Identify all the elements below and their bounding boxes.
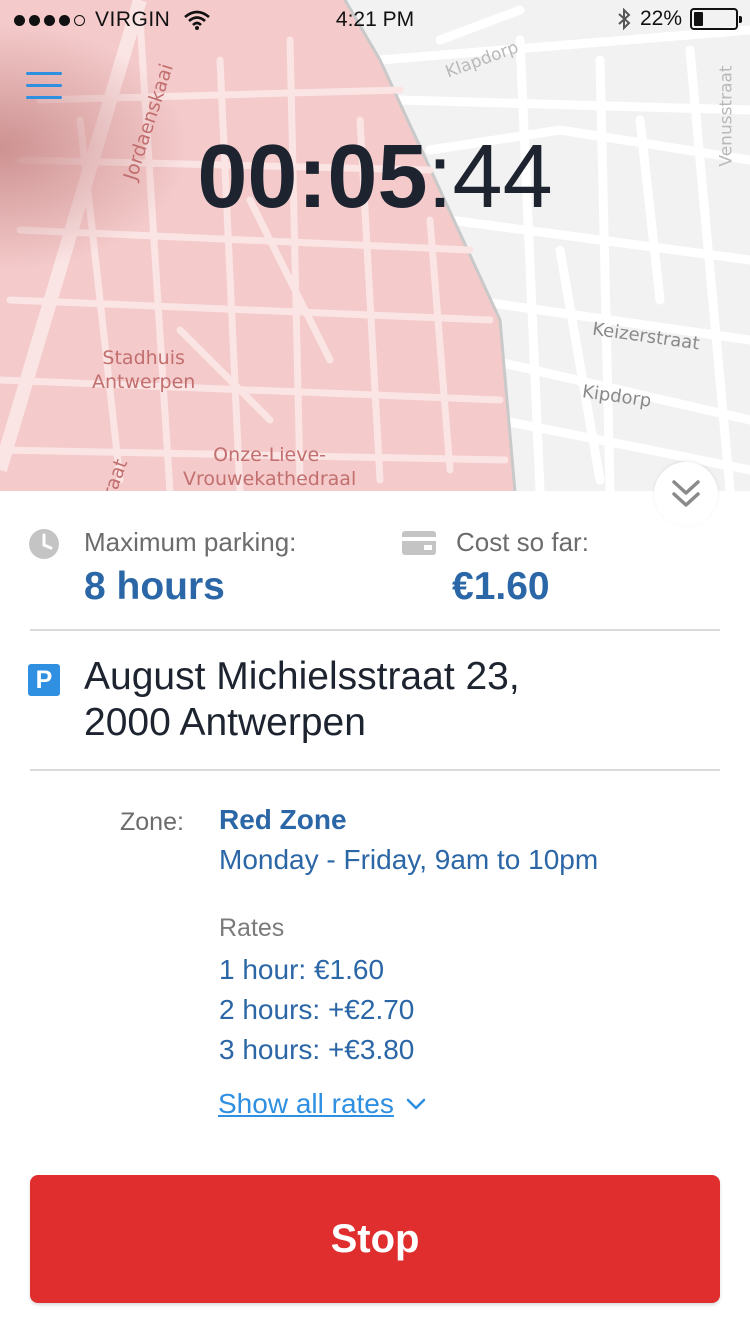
divider — [30, 629, 720, 631]
map-label-stadhuis: Stadhuis Antwerpen — [92, 347, 196, 393]
show-all-rates-link[interactable]: Show all rates — [218, 1088, 426, 1120]
status-right: 22% — [616, 7, 742, 31]
wallet-icon — [402, 531, 436, 555]
parking-zone-map[interactable]: Stadhuis Antwerpen Onze-Lieve- Vrouwekat… — [0, 0, 750, 492]
battery-icon — [690, 8, 742, 30]
map-label-kathedraal: Onze-Lieve- Vrouwekathedraal — [183, 444, 357, 490]
stop-parking-button[interactable]: Stop — [30, 1175, 720, 1303]
menu-bar — [26, 84, 62, 87]
rate-line: 1 hour: €1.60 — [219, 954, 385, 985]
rates-label: Rates — [219, 914, 285, 942]
max-parking-value: 8 hours — [84, 565, 225, 608]
menu-bar — [26, 72, 62, 75]
zone-name: Red Zone — [219, 804, 347, 835]
parking-timer: 00:05:44 — [0, 122, 750, 232]
clock-icon — [29, 529, 59, 559]
zone-label: Zone: — [120, 808, 184, 836]
chevron-down-icon — [406, 1098, 426, 1110]
address-line-2: 2000 Antwerpen — [84, 701, 366, 744]
zone-hours: Monday - Friday, 9am to 10pm — [219, 844, 599, 875]
show-all-rates-label: Show all rates — [218, 1088, 394, 1119]
rate-line: 2 hours: +€2.70 — [219, 994, 415, 1025]
status-bar: VIRGIN 4:21 PM 22% — [0, 0, 750, 40]
cost-value: €1.60 — [452, 565, 550, 608]
address-line-1: August Michielsstraat 23, — [84, 655, 520, 698]
timer-hours-minutes: 00:05 — [197, 127, 428, 227]
double-chevron-down-icon — [672, 480, 700, 507]
battery-percent: 22% — [639, 7, 682, 30]
map-streets — [0, 0, 750, 492]
battery-level — [694, 12, 703, 26]
cost-label: Cost so far: — [456, 527, 589, 557]
divider — [30, 769, 720, 771]
parking-p-icon: P — [28, 664, 60, 696]
parking-address: August Michielsstraat 23, 2000 Antwerpen — [84, 654, 520, 746]
max-parking-label: Maximum parking: — [84, 527, 297, 557]
timer-seconds: :44 — [427, 127, 553, 227]
rate-line: 3 hours: +€3.80 — [219, 1034, 415, 1065]
menu-bar — [26, 96, 62, 99]
menu-button[interactable] — [26, 72, 62, 100]
collapse-sheet-button[interactable] — [654, 462, 718, 526]
bluetooth-icon — [618, 7, 631, 31]
